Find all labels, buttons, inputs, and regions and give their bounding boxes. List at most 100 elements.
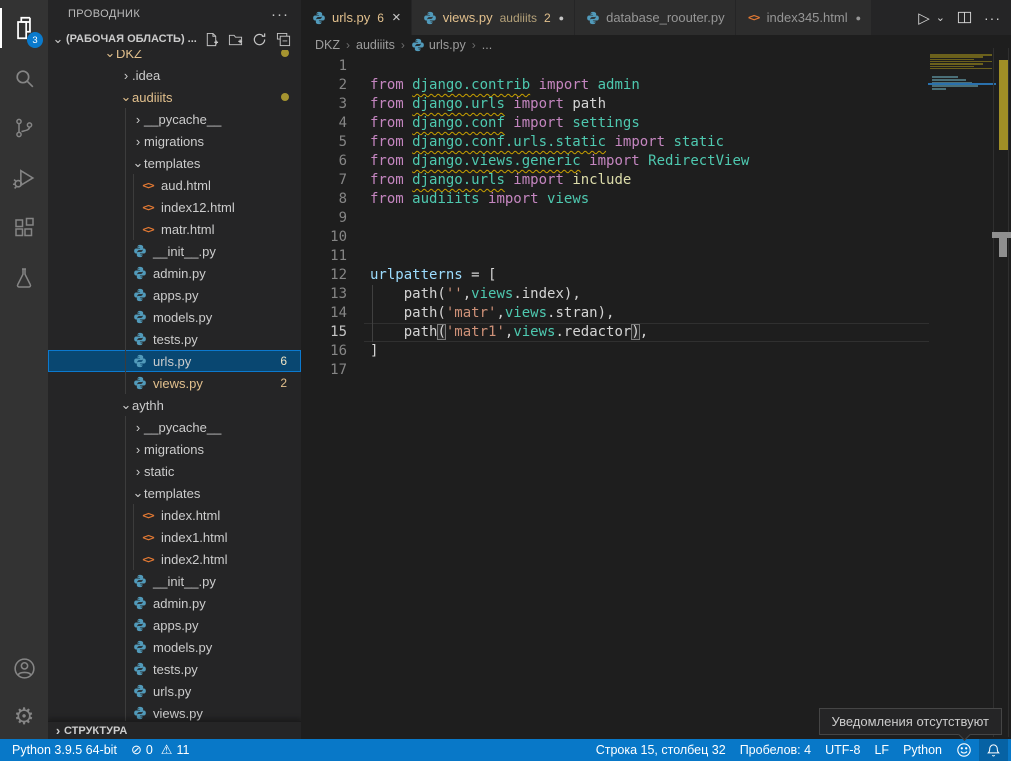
new-folder-icon[interactable] — [228, 32, 243, 47]
status-language-mode[interactable]: Python — [896, 739, 949, 761]
tree-item-templates[interactable]: ⌄templates — [48, 482, 301, 504]
collapse-all-icon[interactable] — [276, 32, 291, 47]
python-file-icon — [132, 354, 148, 368]
minimap[interactable] — [930, 48, 995, 348]
tab-label: database_roouter.py — [606, 10, 725, 25]
code-area[interactable]: 12from django.contrib import admin3from … — [301, 55, 1011, 739]
status-cursor-position[interactable]: Строка 15, столбец 32 — [589, 739, 733, 761]
code-token: import — [505, 115, 572, 131]
tree-item-apps-py[interactable]: apps.py — [48, 614, 301, 636]
code-token: from — [370, 172, 412, 188]
warnings-count: 11 — [176, 743, 189, 757]
tree-item-admin-py[interactable]: admin.py — [48, 262, 301, 284]
tree-item-models-py[interactable]: models.py — [48, 306, 301, 328]
explorer-more-actions-icon[interactable]: ··· — [271, 6, 289, 23]
minimap-code-line — [932, 79, 966, 81]
tree-item-audiiits[interactable]: ⌄audiiits — [48, 86, 301, 108]
tree-item-index1-html[interactable]: <>index1.html — [48, 526, 301, 548]
code-line-10[interactable]: 10 — [301, 228, 1011, 247]
tree-item-apps-py[interactable]: apps.py — [48, 284, 301, 306]
code-line-16[interactable]: 16] — [301, 342, 1011, 361]
tree-item-index12-html[interactable]: <>index12.html — [48, 196, 301, 218]
breadcrumb-item[interactable]: ... — [482, 38, 492, 52]
refresh-icon[interactable] — [252, 32, 267, 47]
split-editor-icon[interactable] — [957, 10, 972, 25]
activity-item-settings[interactable]: ⚙ — [0, 692, 48, 740]
activity-item-source-control[interactable] — [0, 104, 48, 152]
code-line-14[interactable]: 14 path('matr',views.stran), — [301, 304, 1011, 323]
workspace-section-header[interactable]: ⌄ (РАБОЧАЯ ОБЛАСТЬ) ... — [48, 28, 301, 50]
tree-item--pycache-[interactable]: ›__pycache__ — [48, 416, 301, 438]
activity-item-run-debug[interactable] — [0, 154, 48, 202]
tree-item-tests-py[interactable]: tests.py — [48, 658, 301, 680]
code-line-15[interactable]: 15 path('matr1',views.redactor), — [301, 323, 1011, 342]
tree-item-templates[interactable]: ⌄templates — [48, 152, 301, 174]
run-dropdown-icon[interactable]: ⌄ — [936, 11, 945, 24]
code-line-1[interactable]: 1 — [301, 57, 1011, 76]
status-problems[interactable]: ⊘0⚠11 — [124, 739, 197, 761]
close-icon[interactable]: × — [392, 9, 401, 26]
tab-views-py[interactable]: views.pyaudiiits2● — [412, 0, 575, 35]
tree-item-views-py[interactable]: views.py2 — [48, 372, 301, 394]
tree-item-admin-py[interactable]: admin.py — [48, 592, 301, 614]
status-encoding[interactable]: UTF-8 — [818, 739, 867, 761]
tree-item--init-py[interactable]: __init__.py — [48, 240, 301, 262]
code-token: .index), — [513, 286, 580, 302]
tab-database-roouter-py[interactable]: database_roouter.py — [575, 0, 736, 35]
tree-item--init-py[interactable]: __init__.py — [48, 570, 301, 592]
code-line-17[interactable]: 17 — [301, 361, 1011, 380]
activity-item-extensions[interactable] — [0, 204, 48, 252]
code-line-4[interactable]: 4from django.conf import settings — [301, 114, 1011, 133]
activity-item-explorer[interactable]: 3 — [0, 4, 48, 52]
feedback-smiley-icon[interactable] — [949, 739, 979, 761]
code-line-3[interactable]: 3from django.urls import path — [301, 95, 1011, 114]
problems-count-badge: 2 — [280, 376, 287, 390]
tree-item-migrations[interactable]: ›migrations — [48, 438, 301, 460]
notifications-bell-icon[interactable] — [979, 739, 1008, 761]
activity-item-testing[interactable] — [0, 254, 48, 302]
code-line-12[interactable]: 12urlpatterns = [ — [301, 266, 1011, 285]
run-button[interactable]: ▷ — [918, 9, 930, 27]
more-actions-icon[interactable]: ··· — [984, 10, 1001, 26]
breadcrumb-item[interactable]: audiiits — [356, 38, 395, 52]
status-eol[interactable]: LF — [867, 739, 896, 761]
code-token: from — [370, 134, 412, 150]
tree-item-static[interactable]: ›static — [48, 460, 301, 482]
tree-item-urls-py[interactable]: urls.py — [48, 680, 301, 702]
tab-urls-py[interactable]: urls.py6× — [301, 0, 412, 35]
explorer-title: ПРОВОДНИК — [68, 8, 140, 20]
code-text: from django.views.generic import Redirec… — [370, 152, 749, 171]
tree-item-matr-html[interactable]: <>matr.html — [48, 218, 301, 240]
status-python-version[interactable]: Python 3.9.5 64-bit — [5, 739, 124, 761]
tree-item-index-html[interactable]: <>index.html — [48, 504, 301, 526]
structure-section-header[interactable]: › СТРУКТУРА — [48, 721, 301, 739]
code-line-2[interactable]: 2from django.contrib import admin — [301, 76, 1011, 95]
tree-item-urls-py[interactable]: urls.py6 — [48, 350, 301, 372]
tree-indent-guide — [125, 108, 126, 394]
activity-item-account[interactable] — [0, 644, 48, 692]
tree-item-migrations[interactable]: ›migrations — [48, 130, 301, 152]
code-line-9[interactable]: 9 — [301, 209, 1011, 228]
code-line-13[interactable]: 13 path('',views.index), — [301, 285, 1011, 304]
html-file-icon: <> — [140, 531, 156, 544]
tree-item-aythh[interactable]: ⌄aythh — [48, 394, 301, 416]
code-line-8[interactable]: 8from audiiits import views — [301, 190, 1011, 209]
breadcrumb-item[interactable]: DKZ — [315, 38, 340, 52]
editor-scrollbar[interactable] — [993, 48, 1009, 737]
tree-item--idea[interactable]: ›.idea — [48, 64, 301, 86]
code-token: , — [640, 324, 648, 340]
code-line-11[interactable]: 11 — [301, 247, 1011, 266]
tree-item-tests-py[interactable]: tests.py — [48, 328, 301, 350]
status-indentation[interactable]: Пробелов: 4 — [733, 739, 818, 761]
tree-item-models-py[interactable]: models.py — [48, 636, 301, 658]
tree-item-aud-html[interactable]: <>aud.html — [48, 174, 301, 196]
code-line-5[interactable]: 5from django.conf.urls.static import sta… — [301, 133, 1011, 152]
tree-item--pycache-[interactable]: ›__pycache__ — [48, 108, 301, 130]
new-file-icon[interactable] — [204, 32, 219, 47]
activity-item-search[interactable] — [0, 54, 48, 102]
code-line-6[interactable]: 6from django.views.generic import Redire… — [301, 152, 1011, 171]
code-line-7[interactable]: 7from django.urls import include — [301, 171, 1011, 190]
tab-index345-html[interactable]: <>index345.html● — [736, 0, 872, 35]
tree-item-index2-html[interactable]: <>index2.html — [48, 548, 301, 570]
breadcrumb-item[interactable]: urls.py — [429, 38, 466, 52]
